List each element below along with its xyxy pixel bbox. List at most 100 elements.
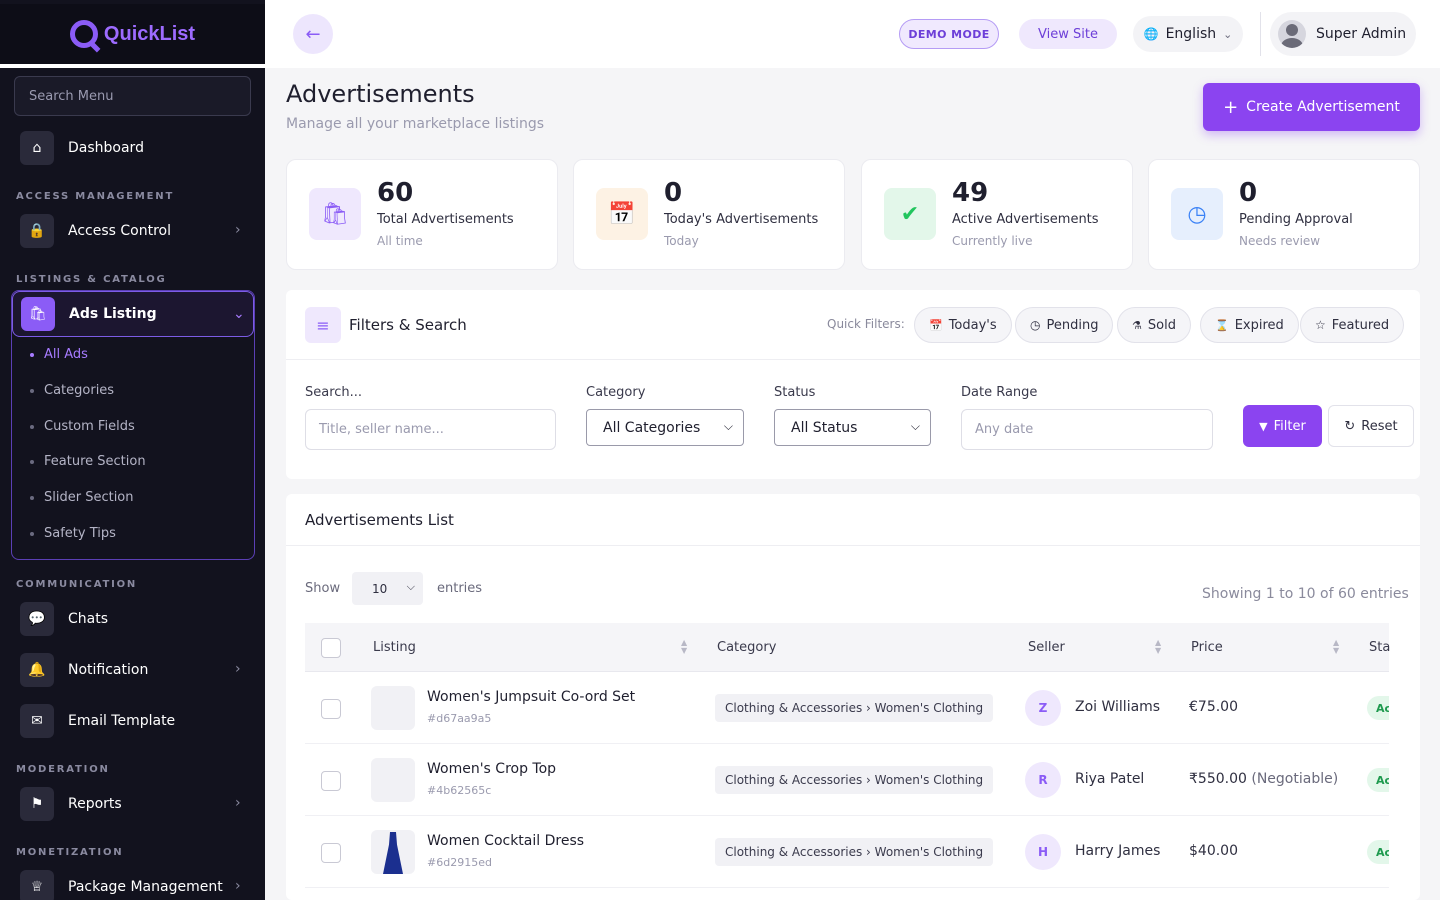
bullet-icon — [30, 495, 34, 500]
search-menu-input[interactable]: Search Menu — [14, 76, 251, 116]
sidebar-sub-custom-fields[interactable]: Custom Fields — [30, 419, 135, 434]
listing-title[interactable]: Women Cocktail Dress — [427, 833, 584, 849]
column-header-seller[interactable]: Seller — [1028, 640, 1065, 655]
sidebar-item-chats[interactable]: 💬 Chats — [20, 602, 108, 636]
sidebar-sub-safety-tips[interactable]: Safety Tips — [30, 526, 116, 541]
language-dropdown[interactable]: 🌐 English ⌄ — [1133, 16, 1243, 52]
sub-label: All Ads — [44, 347, 88, 362]
sidebar-sub-categories[interactable]: Categories — [30, 383, 114, 398]
chevron-right-icon: › — [235, 661, 241, 677]
listing-thumbnail[interactable] — [371, 758, 415, 802]
sub-label: Safety Tips — [44, 526, 116, 541]
row-checkbox[interactable] — [321, 771, 341, 791]
sidebar-sub-slider-section[interactable]: Slider Section — [30, 490, 134, 505]
quick-filter-expired[interactable]: ⌛ Expired — [1200, 307, 1299, 343]
negotiable-label: (Negotiable) — [1251, 771, 1339, 787]
sort-icon[interactable]: ▲ ▼ — [1155, 639, 1161, 655]
app-name: QuickList — [103, 22, 196, 45]
filter-button[interactable]: ▼ Filter — [1243, 405, 1322, 447]
crown-icon: ♕ — [20, 870, 54, 900]
view-site-button[interactable]: View Site — [1019, 19, 1117, 49]
listing-thumbnail[interactable] — [371, 686, 415, 730]
seller-avatar: Z — [1025, 690, 1061, 726]
table-row[interactable]: Women Cocktail Dress #6d2915ed Clothing … — [305, 816, 1389, 888]
bullet-icon — [30, 459, 34, 464]
price-value: €75.00 — [1189, 699, 1238, 715]
table-row[interactable]: Women's Jumpsuit Co-ord Set #d67aa9a5 Cl… — [305, 672, 1389, 744]
row-checkbox[interactable] — [321, 699, 341, 719]
sidebar-item-label: Notification — [68, 662, 149, 678]
sidebar-item-notification[interactable]: 🔔 Notification — [20, 653, 148, 687]
reset-button[interactable]: ↻ Reset — [1328, 405, 1414, 447]
listing-id: #d67aa9a5 — [427, 712, 492, 725]
divider — [0, 64, 265, 68]
status-select[interactable]: All Status ⌵ — [774, 409, 931, 446]
sub-label: Feature Section — [44, 454, 146, 469]
row-checkbox[interactable] — [321, 843, 341, 863]
chip-label: Sold — [1147, 317, 1176, 333]
chat-icon: 💬 — [20, 602, 54, 636]
quick-filter-pending[interactable]: ◷ Pending — [1015, 307, 1114, 343]
sidebar-item-access-control[interactable]: 🔒 Access Control — [20, 214, 171, 248]
column-header-status[interactable]: Sta — [1369, 640, 1390, 655]
chevron-right-icon: › — [235, 878, 241, 894]
divider — [286, 545, 1420, 546]
entries-value: 10 — [372, 581, 388, 596]
funnel-icon: ▼ — [1259, 419, 1268, 433]
sidebar-item-label: Access Control — [68, 223, 171, 239]
entries-select[interactable]: 10 ⌵ — [352, 572, 423, 605]
bell-icon: 🔔 — [20, 653, 54, 687]
listing-thumbnail[interactable] — [371, 830, 415, 874]
sidebar-item-reports[interactable]: ⚑ Reports — [20, 787, 122, 821]
logo[interactable]: QuickList — [0, 4, 265, 64]
sidebar-item-package-management[interactable]: ♕ Package Management — [20, 870, 223, 900]
sidebar-sub-all-ads[interactable]: All Ads — [30, 347, 88, 362]
stat-value: 0 — [664, 178, 683, 208]
quick-filter-sold[interactable]: ⚗ Sold — [1117, 307, 1191, 343]
sidebar-item-ads-listing[interactable]: 🛍 Ads Listing ⌄ — [12, 291, 254, 337]
globe-icon: 🌐 — [1143, 27, 1159, 41]
seller-name: Riya Patel — [1075, 771, 1145, 787]
logo-icon — [69, 20, 98, 48]
showing-info: Showing 1 to 10 of 60 entries — [1202, 586, 1409, 602]
quick-filter-featured[interactable]: ☆ Featured — [1300, 307, 1405, 343]
sort-icon[interactable]: ▲ ▼ — [681, 639, 687, 655]
sub-label: Slider Section — [44, 490, 134, 505]
column-header-price[interactable]: Price — [1191, 640, 1223, 655]
category-badge: Clothing & Accessories › Women's Clothin… — [715, 694, 994, 722]
sidebar-sub-feature-section[interactable]: Feature Section — [30, 454, 146, 469]
table-row[interactable]: Women's Crop Top #4b62565c Clothing & Ac… — [305, 744, 1389, 816]
column-header-category[interactable]: Category — [717, 640, 776, 655]
top-bar — [265, 0, 1440, 68]
category-badge: Clothing & Accessories › Women's Clothin… — [715, 766, 994, 794]
stat-sub: Today — [664, 234, 699, 248]
create-advertisement-button[interactable]: + Create Advertisement — [1203, 83, 1420, 131]
search-input[interactable]: Title, seller name... — [305, 409, 556, 450]
back-arrow-button[interactable]: ← — [293, 14, 333, 54]
filters-title: Filters & Search — [349, 316, 467, 334]
select-all-checkbox[interactable] — [321, 638, 341, 658]
seller-name: Zoi Williams — [1075, 699, 1161, 715]
seller-avatar: R — [1025, 762, 1061, 798]
divider — [286, 359, 1420, 360]
user-menu[interactable]: Super Admin — [1270, 12, 1416, 56]
listing-id: #4b62565c — [427, 784, 492, 797]
listing-title[interactable]: Women's Crop Top — [427, 761, 556, 777]
listing-title[interactable]: Women's Jumpsuit Co-ord Set — [427, 689, 635, 705]
avatar — [1278, 20, 1306, 48]
quick-filter-today[interactable]: 📅 Today's — [914, 307, 1012, 343]
stat-card-today: 📅 0 Today's Advertisements Today — [573, 159, 845, 270]
sidebar-item-label: Dashboard — [68, 140, 144, 156]
date-range-input[interactable]: Any date — [961, 409, 1213, 450]
stat-label: Active Advertisements — [952, 212, 1099, 227]
category-select[interactable]: All Categories ⌵ — [586, 409, 744, 446]
sidebar-item-dashboard[interactable]: ⌂ Dashboard — [20, 131, 144, 165]
sort-icon[interactable]: ▲ ▼ — [1333, 639, 1339, 655]
section-label-access: ACCESS MANAGEMENT — [16, 191, 175, 202]
status-label: Status — [774, 385, 816, 400]
sidebar: QuickList Search Menu ⌂ Dashboard ACCESS… — [0, 0, 265, 900]
dress-image — [383, 832, 403, 874]
category-value: All Categories — [603, 419, 701, 436]
column-header-listing[interactable]: Listing — [373, 640, 416, 655]
sidebar-item-email-template[interactable]: ✉ Email Template — [20, 704, 175, 738]
